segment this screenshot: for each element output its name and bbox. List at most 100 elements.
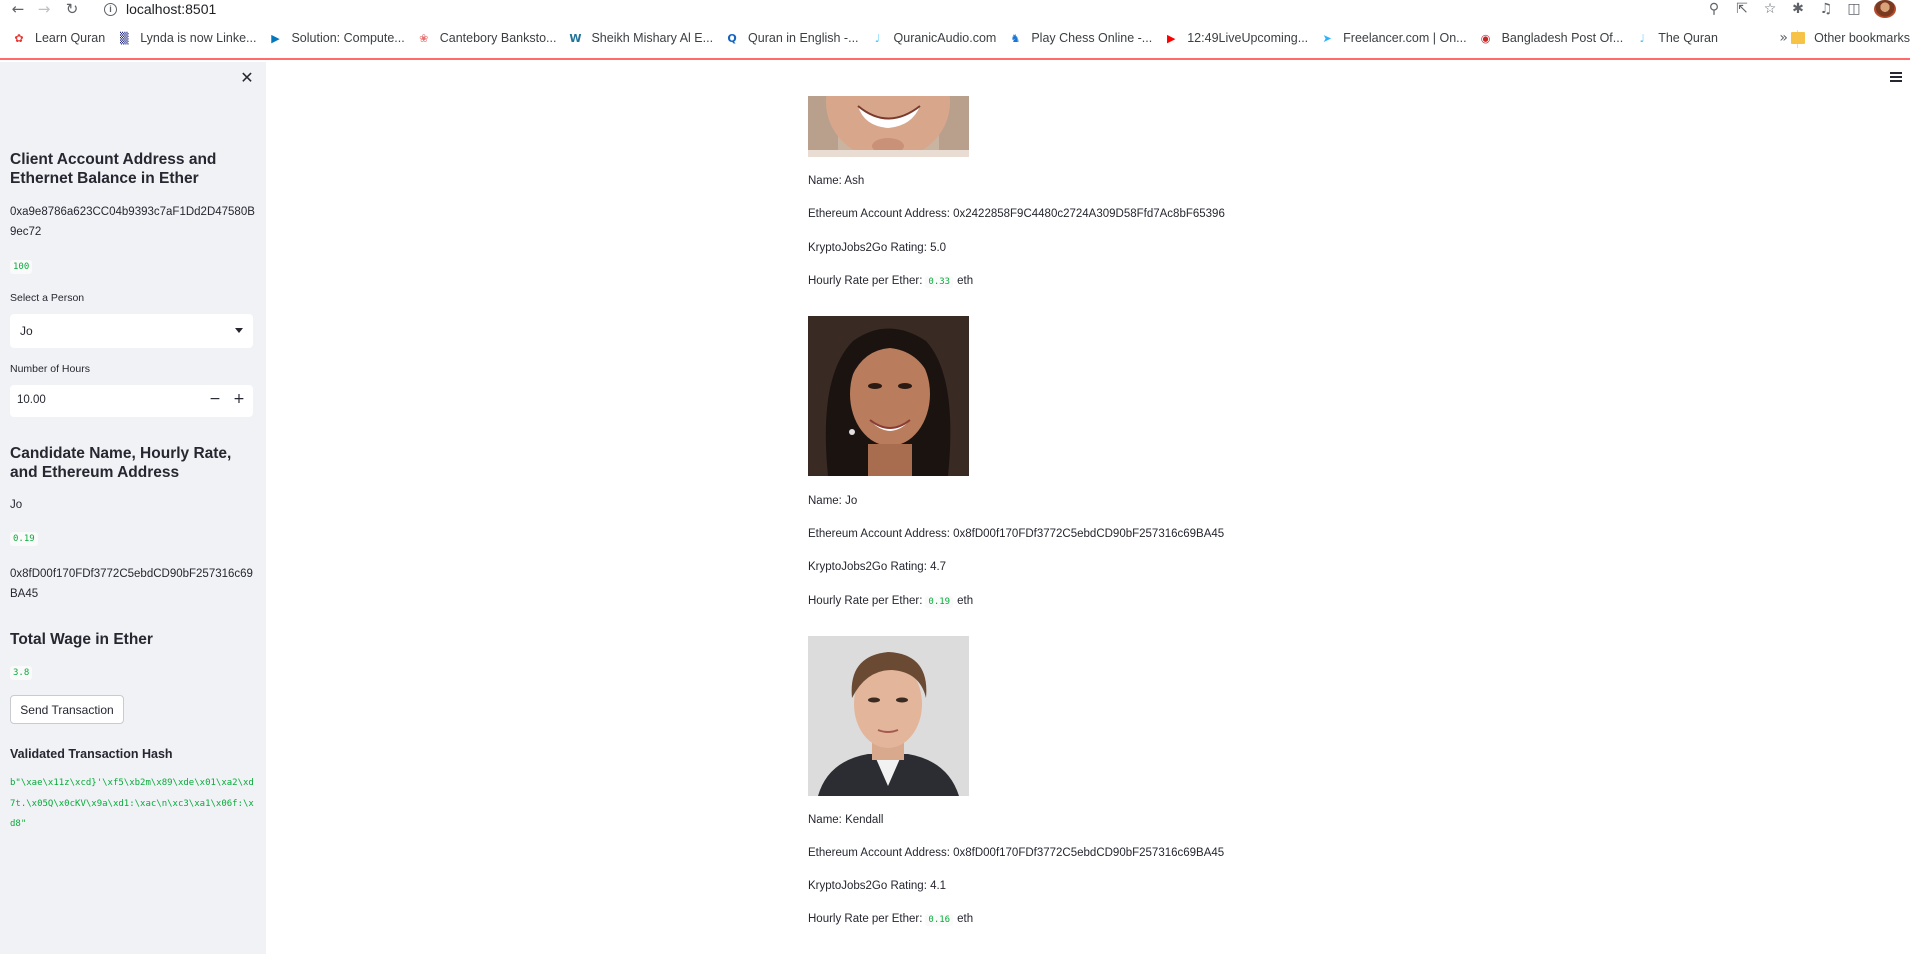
bangladesh-post-icon: ◉ — [1480, 31, 1491, 45]
transaction-hash-heading: Validated Transaction Hash — [10, 747, 173, 761]
browser-toolbar: ← → ↻ i localhost:8501 ⚲ ⇱ ☆ ✱ ♫ ◫ — [0, 0, 1910, 18]
total-wage-value: 3.8 — [10, 666, 33, 680]
client-balance: 100 — [10, 260, 33, 274]
extensions-icon[interactable]: ✱ — [1784, 0, 1812, 18]
bookmark-item[interactable]: ♩ The Quran — [1634, 30, 1718, 46]
candidate-address-ash: Ethereum Account Address: 0x2422858F9C44… — [808, 208, 1225, 220]
bookmark-item[interactable]: Q Quran in English -... — [724, 30, 858, 46]
hours-input[interactable]: 10.00 — [17, 394, 46, 406]
total-wage-heading: Total Wage in Ether — [10, 631, 153, 648]
bookmarks-bar: ✿ Learn Quran ▒ Lynda is now Linke... ▶ Solut… — [0, 18, 1910, 60]
send-transaction-button[interactable]: Send Transaction — [10, 695, 124, 724]
candidate-rate-row-kendall: Hourly Rate per Ether: 0.16 eth — [808, 912, 973, 927]
bookmark-item[interactable]: W Sheikh Mishary Al E... — [567, 30, 713, 46]
bookmark-item[interactable]: ◉ Bangladesh Post Of... — [1478, 30, 1624, 46]
candidate-photo-jo-image — [808, 316, 969, 476]
rate-prefix: Hourly Rate per Ether: — [808, 275, 923, 287]
candidate-photo-ash — [808, 96, 969, 157]
youtube-icon: ▶ — [1167, 31, 1176, 45]
chess-icon: ♞ — [1010, 31, 1021, 45]
candidate-photo-kendall — [808, 636, 969, 796]
bookmark-item[interactable]: ❀ Cantebory Banksto... — [416, 30, 557, 46]
rate-value: 0.33 — [925, 276, 954, 288]
rate-value: 0.19 — [925, 596, 954, 608]
quran-english-icon: Q — [727, 31, 737, 45]
candidate-name-ash: Name: Ash — [808, 175, 865, 187]
url-field[interactable]: localhost:8501 — [126, 1, 216, 17]
other-bookmarks[interactable]: Other bookmarks — [1791, 31, 1910, 45]
folder-icon — [1791, 32, 1806, 44]
client-account-heading: Client Account Address and Ethernet Bala… — [10, 151, 217, 187]
rate-unit: eth — [957, 913, 974, 925]
select-person-label: Select a Person — [10, 292, 85, 304]
candidate-rating-kendall: KryptoJobs2Go Rating: 4.1 — [808, 880, 947, 892]
bookmark-item[interactable]: ▶ 12:49LiveUpcoming... — [1163, 30, 1308, 46]
freelancer-icon: ➤ — [1322, 31, 1332, 45]
close-sidebar-icon[interactable]: ✕ — [239, 70, 255, 86]
bookmark-label: Cantebory Banksto... — [439, 31, 557, 45]
candidate-name: Jo — [10, 499, 23, 511]
minus-icon[interactable]: − — [207, 391, 223, 411]
chevron-down-icon — [235, 328, 243, 333]
bookmark-label: Sheikh Mishary Al E... — [591, 31, 714, 45]
back-arrow-icon[interactable]: ← — [8, 0, 28, 18]
main-menu-icon[interactable] — [1890, 72, 1902, 82]
candidate-name-kendall: Name: Kendall — [808, 814, 884, 826]
canterbury-icon: ❀ — [419, 31, 429, 45]
bookmark-label: Play Chess Online -... — [1031, 31, 1153, 45]
candidate-name-jo: Name: Jo — [808, 495, 858, 507]
bookmark-label: 12:49LiveUpcoming... — [1187, 31, 1309, 45]
candidate-heading: Candidate Name, Hourly Rate, and Ethereu… — [10, 445, 232, 481]
other-bookmarks-label: Other bookmarks — [1814, 31, 1910, 45]
bookmark-item[interactable]: ♩ QuranicAudio.com — [870, 30, 997, 46]
plus-icon[interactable]: + — [231, 391, 247, 411]
zoom-icon[interactable]: ⚲ — [1700, 0, 1728, 18]
bookmark-label: QuranicAudio.com — [893, 31, 997, 45]
bookmark-item[interactable]: ▶ Solution: Compute... — [267, 30, 405, 46]
candidate-photo-kendall-image — [808, 636, 969, 796]
rate-unit: eth — [957, 275, 974, 287]
candidate-address: 0x8fD00f170FDf3772C5ebdCD90bF257316c69BA… — [10, 568, 253, 600]
candidate-rate: 0.19 — [10, 532, 38, 546]
person-select-value: Jo — [20, 324, 33, 338]
bookmark-item[interactable]: ➤ Freelancer.com | On... — [1319, 30, 1467, 46]
candidate-address-kendall: Ethereum Account Address: 0x8fD00f170FDf… — [808, 847, 1225, 859]
reload-icon[interactable]: ↻ — [62, 0, 82, 18]
bookmark-item[interactable]: ♞ Play Chess Online -... — [1007, 30, 1152, 46]
hours-stepper[interactable]: 10.00 − + — [10, 385, 253, 417]
bookmark-item[interactable]: ▒ Lynda is now Linke... — [116, 30, 257, 46]
rate-unit: eth — [957, 595, 974, 607]
more-bookmarks-icon[interactable]: » — [1779, 30, 1788, 46]
share-icon[interactable]: ⇱ — [1728, 0, 1756, 18]
transaction-hash: b"\xae\x11z\xcd}'\xf5\xb2m\x89\xde\x01\x… — [10, 778, 254, 829]
bookmark-label: Bangladesh Post Of... — [1501, 31, 1624, 45]
candidate-rating-ash: KryptoJobs2Go Rating: 5.0 — [808, 242, 947, 254]
star-icon[interactable]: ☆ — [1756, 0, 1784, 18]
side-panel-icon[interactable]: ◫ — [1840, 0, 1868, 18]
rate-prefix: Hourly Rate per Ether: — [808, 913, 923, 925]
bookmark-label: Quran in English -... — [748, 31, 859, 45]
rate-value: 0.16 — [925, 914, 954, 926]
forward-arrow-icon[interactable]: → — [34, 0, 54, 18]
learn-quran-icon: ✿ — [14, 31, 24, 45]
candidate-address-jo: Ethereum Account Address: 0x8fD00f170FDf… — [808, 528, 1225, 540]
candidate-photo-ash-image — [808, 96, 969, 157]
candidate-rate-row-jo: Hourly Rate per Ether: 0.19 eth — [808, 594, 973, 609]
sidebar: ✕ Client Account Address and Ethernet Ba… — [0, 62, 266, 954]
bookmark-label: Learn Quran — [35, 31, 106, 45]
profile-avatar[interactable] — [1874, 0, 1896, 18]
person-select[interactable]: Jo — [10, 314, 253, 348]
media-control-icon[interactable]: ♫ — [1812, 0, 1840, 18]
candidate-rating-jo: KryptoJobs2Go Rating: 4.7 — [808, 561, 947, 573]
client-account-address: 0xa9e8786a623CC04b9393c7aF1Dd2D47580B9ec… — [10, 206, 255, 238]
bookmark-item[interactable]: ✿ Learn Quran — [11, 30, 105, 46]
lynda-icon: ▒ — [119, 31, 129, 45]
microphone-icon: ♩ — [874, 31, 881, 45]
site-info-icon[interactable]: i — [104, 2, 117, 16]
bookmark-label: Solution: Compute... — [291, 31, 405, 45]
microphone-icon: ♩ — [1639, 31, 1645, 45]
play-video-icon: ▶ — [271, 31, 280, 45]
bookmark-label: Freelancer.com | On... — [1343, 31, 1467, 45]
candidate-photo-jo — [808, 316, 969, 476]
bookmark-label: Lynda is now Linke... — [140, 31, 257, 45]
